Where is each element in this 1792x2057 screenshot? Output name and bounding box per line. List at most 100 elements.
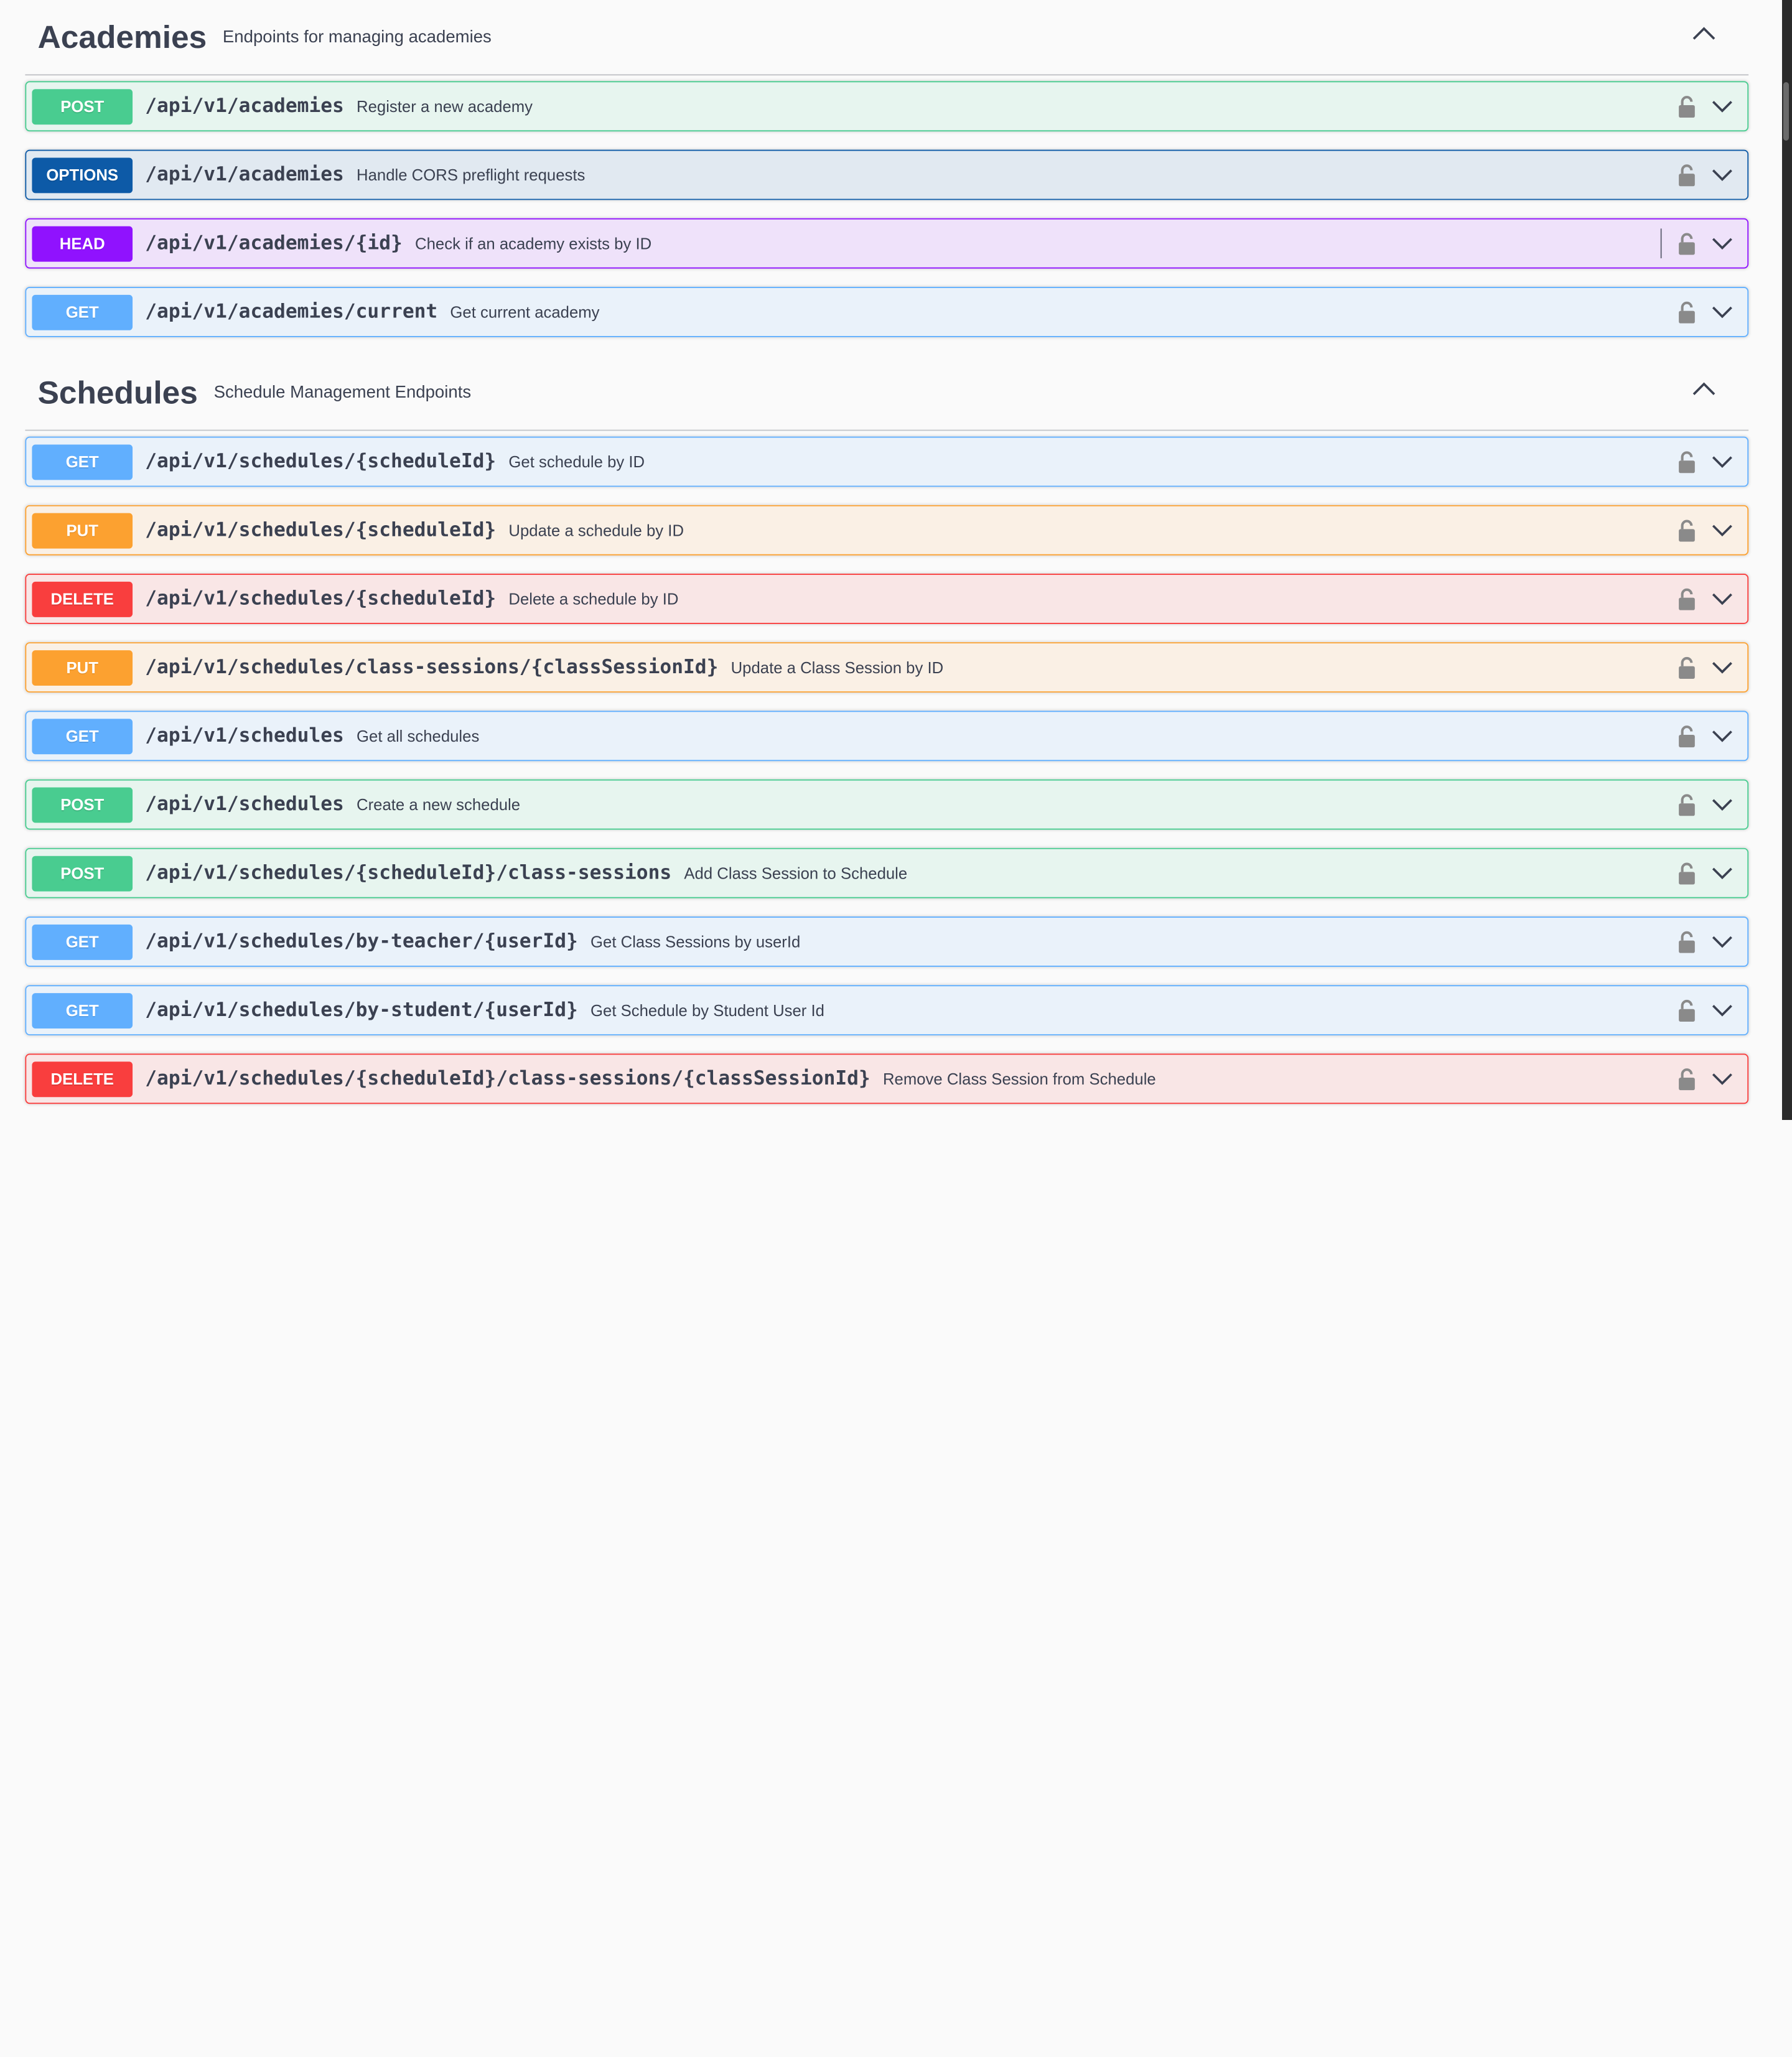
method-badge: OPTIONS [32, 157, 133, 193]
divider [1660, 228, 1662, 259]
endpoint-summary: Get current academy [450, 302, 600, 322]
operation-controls [1678, 849, 1734, 897]
method-badge: GET [32, 444, 133, 480]
method-badge: DELETE [32, 1061, 133, 1097]
operation-controls [1678, 1055, 1734, 1103]
operation-controls [1678, 643, 1734, 691]
tag-section-schedules: Schedules Schedule Management Endpoints … [25, 355, 1749, 1104]
operations-list-schedules: GET/api/v1/schedules/{scheduleId} Get sch… [25, 436, 1749, 1104]
operation-row[interactable]: HEAD/api/v1/academies/{id} Check if an ac… [25, 218, 1749, 269]
endpoint-summary: Update a Class Session by ID [730, 658, 944, 677]
endpoint-summary: Handle CORS preflight requests [357, 166, 586, 184]
swagger-page: Academies Endpoints for managing academi… [0, 0, 1792, 2057]
endpoint-path: /api/v1/schedules/{scheduleId} [145, 587, 497, 610]
endpoint-path: /api/v1/schedules/{scheduleId}/class-ses… [145, 1067, 870, 1091]
lock-icon[interactable] [1678, 519, 1696, 542]
chevron-down-icon[interactable] [1711, 232, 1734, 255]
operation-row[interactable]: GET/api/v1/schedules/by-teacher/{userId}… [25, 917, 1749, 967]
chevron-down-icon[interactable] [1711, 999, 1734, 1022]
operation-row[interactable]: DELETE/api/v1/schedules/{scheduleId} Dele… [25, 574, 1749, 624]
operation-row[interactable]: DELETE/api/v1/schedules/{scheduleId}/cla… [25, 1053, 1749, 1104]
tag-description: Endpoints for managing academies [222, 27, 492, 47]
lock-icon[interactable] [1678, 587, 1696, 610]
endpoint-summary: Update a schedule by ID [508, 521, 684, 539]
operation-controls [1678, 712, 1734, 760]
lock-icon[interactable] [1678, 793, 1696, 816]
operation-row[interactable]: PUT/api/v1/schedules/{scheduleId} Update … [25, 505, 1749, 556]
operation-controls [1678, 918, 1734, 966]
chevron-down-icon[interactable] [1711, 656, 1734, 679]
operation-row[interactable]: GET/api/v1/schedules Get all schedules [25, 711, 1749, 762]
operation-row[interactable]: GET/api/v1/academies/current Get current … [25, 287, 1749, 337]
operation-controls [1678, 986, 1734, 1034]
operations-list-academies: POST/api/v1/academies Register a new acad… [25, 81, 1749, 337]
lock-icon[interactable] [1678, 164, 1696, 187]
chevron-down-icon[interactable] [1711, 587, 1734, 610]
chevron-down-icon[interactable] [1711, 450, 1734, 473]
method-badge: PUT [32, 512, 133, 548]
endpoint-summary: Add Class Session to Schedule [684, 864, 908, 882]
lock-icon[interactable] [1678, 656, 1696, 679]
operation-controls [1678, 780, 1734, 828]
operation-row[interactable]: PUT/api/v1/schedules/class-sessions/{cla… [25, 642, 1749, 693]
lock-icon[interactable] [1678, 1067, 1696, 1091]
endpoint-path: /api/v1/schedules/by-student/{userId} [145, 999, 578, 1022]
operation-controls [1678, 575, 1734, 623]
lock-icon[interactable] [1678, 862, 1696, 885]
chevron-down-icon[interactable] [1711, 519, 1734, 542]
api-content: Academies Endpoints for managing academi… [25, 0, 1749, 1122]
operation-row[interactable]: POST/api/v1/schedules/{scheduleId}/class… [25, 847, 1749, 898]
chevron-down-icon[interactable] [1711, 1067, 1734, 1090]
tag-title: Academies [37, 19, 207, 55]
lock-icon[interactable] [1678, 232, 1696, 255]
tag-section-academies: Academies Endpoints for managing academi… [25, 0, 1749, 337]
operation-row[interactable]: GET/api/v1/schedules/{scheduleId} Get sch… [25, 436, 1749, 487]
chevron-down-icon[interactable] [1711, 862, 1734, 885]
method-badge: POST [32, 855, 133, 891]
operation-row[interactable]: GET/api/v1/schedules/by-student/{userId}… [25, 985, 1749, 1036]
endpoint-path: /api/v1/academies/current [145, 301, 438, 324]
endpoint-summary: Delete a schedule by ID [508, 589, 679, 609]
lock-icon[interactable] [1678, 999, 1696, 1022]
operation-controls [1678, 437, 1734, 485]
lock-icon[interactable] [1678, 450, 1696, 473]
operation-row[interactable]: POST/api/v1/schedules Create a new schedu… [25, 779, 1749, 830]
method-badge: PUT [32, 650, 133, 686]
endpoint-path: /api/v1/academies [145, 95, 344, 118]
method-badge: GET [32, 294, 133, 330]
scrollbar-thumb[interactable] [1783, 82, 1789, 141]
chevron-down-icon[interactable] [1711, 95, 1734, 118]
scrollbar[interactable] [1782, 0, 1792, 1120]
endpoint-summary: Get Schedule by Student User Id [590, 1001, 824, 1020]
tag-description: Schedule Management Endpoints [213, 383, 472, 403]
chevron-up-icon[interactable] [1691, 21, 1716, 46]
lock-icon[interactable] [1678, 95, 1696, 118]
lock-icon[interactable] [1678, 930, 1696, 953]
endpoint-path: /api/v1/schedules [145, 793, 344, 816]
tag-header-academies[interactable]: Academies Endpoints for managing academi… [25, 0, 1749, 76]
endpoint-path: /api/v1/schedules/{scheduleId}/class-ses… [145, 861, 672, 885]
chevron-down-icon[interactable] [1711, 930, 1734, 953]
lock-icon[interactable] [1678, 724, 1696, 748]
operation-controls [1678, 288, 1734, 336]
endpoint-path: /api/v1/schedules/{scheduleId} [145, 518, 497, 542]
operation-row[interactable]: OPTIONS/api/v1/academies Handle CORS pref… [25, 149, 1749, 200]
chevron-down-icon[interactable] [1711, 724, 1734, 747]
chevron-down-icon[interactable] [1711, 793, 1734, 816]
endpoint-summary: Remove Class Session from Schedule [882, 1070, 1156, 1088]
endpoint-path: /api/v1/schedules/by-teacher/{userId} [145, 930, 578, 953]
chevron-down-icon[interactable] [1711, 164, 1734, 187]
endpoint-summary: Get schedule by ID [508, 452, 645, 471]
method-badge: DELETE [32, 581, 133, 617]
tag-header-schedules[interactable]: Schedules Schedule Management Endpoints [25, 355, 1749, 431]
endpoint-path: /api/v1/schedules [145, 724, 344, 748]
chevron-down-icon[interactable] [1711, 301, 1734, 324]
chevron-up-icon[interactable] [1691, 376, 1716, 401]
method-badge: HEAD [32, 225, 133, 261]
operation-row[interactable]: POST/api/v1/academies Register a new acad… [25, 81, 1749, 132]
operation-controls [1678, 82, 1734, 130]
lock-icon[interactable] [1678, 301, 1696, 324]
method-badge: GET [32, 992, 133, 1028]
operation-controls [1660, 220, 1734, 268]
tag-title: Schedules [37, 374, 198, 410]
